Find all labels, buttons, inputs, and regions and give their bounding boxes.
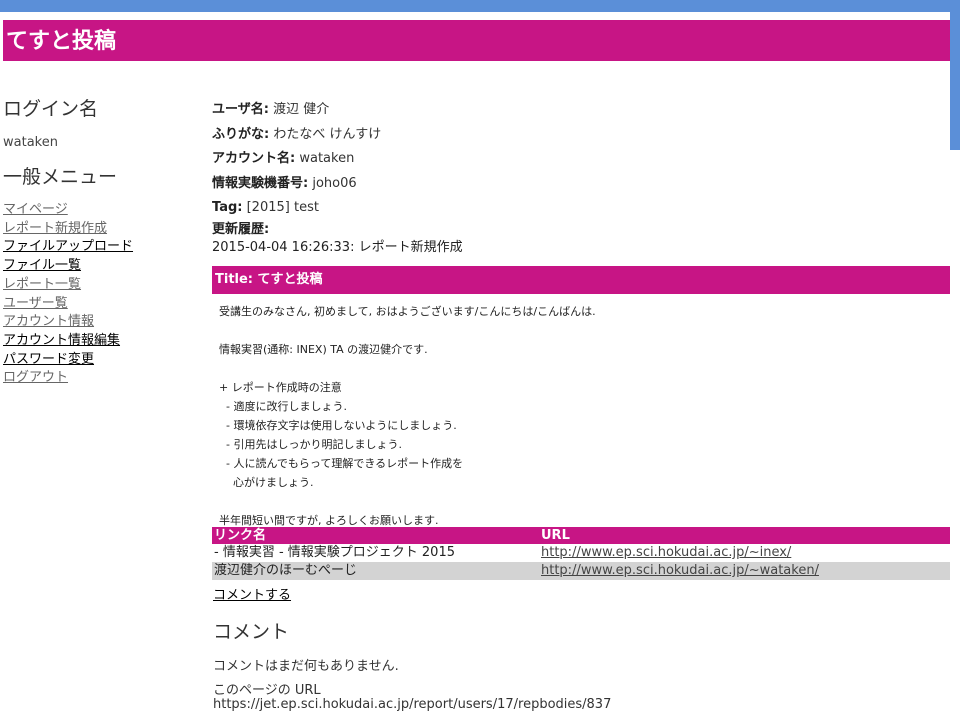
tag-field: Tag: [2015] test [212,200,319,215]
general-menu: マイページ レポート新規作成 ファイルアップロード ファイル一覧 レポート一覧 … [3,201,193,388]
link-name-cell: 渡辺健介のほーむぺーじ [212,562,539,580]
menu-heading: 一般メニュー [3,166,118,188]
table-row: - 情報実習 - 情報実験プロジェクト 2015 http://www.ep.s… [212,544,950,562]
login-heading: ログイン名 [3,98,99,120]
login-name: wataken [3,135,58,150]
links-table: リンク名 URL - 情報実習 - 情報実験プロジェクト 2015 http:/… [212,527,950,580]
machine-number-field: 情報実験機番号: joho06 [212,175,357,191]
window-right-frame [950,12,960,150]
link-url-header: URL [539,527,950,544]
profile-section: ユーザ名: 渡辺 健介 ふりがな: わたなべ けんすけ アカウント名: wata… [212,98,950,257]
links-header-row: リンク名 URL [212,527,950,544]
link-url-cell: http://www.ep.sci.hokudai.ac.jp/~inex/ [539,544,950,562]
menu-link-account-info[interactable]: アカウント情報 [3,314,94,329]
menu-link-account-edit[interactable]: アカウント情報編集 [3,333,120,348]
post-title-bar: Title: てすと投稿 [212,266,950,294]
link-url-inex[interactable]: http://www.ep.sci.hokudai.ac.jp/~inex/ [541,545,791,560]
comment-heading: コメント [213,621,290,643]
link-url-cell: http://www.ep.sci.hokudai.ac.jp/~wataken… [539,562,950,580]
furigana-field: ふりがな: わたなべ けんすけ [212,126,382,142]
window-top-frame [0,0,960,12]
user-name-field: ユーザ名: 渡辺 健介 [212,102,330,117]
add-comment-link[interactable]: コメントする [213,584,291,603]
menu-link-file-list[interactable]: ファイル一覧 [3,258,81,273]
table-row: 渡辺健介のほーむぺーじ http://www.ep.sci.hokudai.ac… [212,562,950,580]
menu-link-logout[interactable]: ログアウト [3,370,68,385]
post-body: 受講生のみなさん, 初めまして, おはようございます/こんにちは/こんばんは. … [219,305,596,527]
page-url: https://jet.ep.sci.hokudai.ac.jp/report/… [213,697,612,712]
history-label: 更新履歴: [212,221,270,237]
link-name-cell: - 情報実習 - 情報実験プロジェクト 2015 [214,545,455,560]
sidebar: ログイン名 wataken 一般メニュー マイページ レポート新規作成 ファイル… [3,94,193,388]
account-name-field: アカウント名: wataken [212,151,355,166]
menu-link-password-change[interactable]: パスワード変更 [3,352,94,367]
menu-link-mypage[interactable]: マイページ [3,202,68,217]
no-comment-text: コメントはまだ何もありません. [213,659,399,674]
history-entry: 2015-04-04 16:26:33: レポート新規作成 [212,239,463,255]
page-title: てすと投稿 [3,20,950,61]
menu-link-report-list[interactable]: レポート一覧 [3,277,81,292]
menu-link-new-report[interactable]: レポート新規作成 [3,221,107,236]
menu-link-file-upload[interactable]: ファイルアップロード [3,239,133,254]
menu-link-user-list[interactable]: ユーザー覧 [3,296,68,311]
link-url-wataken[interactable]: http://www.ep.sci.hokudai.ac.jp/~wataken… [541,563,819,578]
page-url-label: このページの URL [213,683,321,698]
link-name-header: リンク名 [212,527,539,544]
